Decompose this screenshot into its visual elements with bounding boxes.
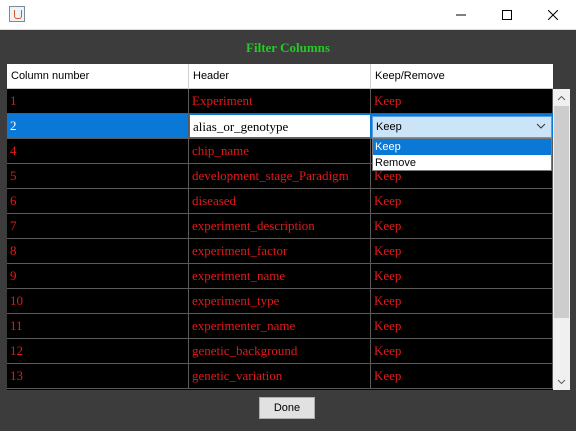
cell-column-number: 6 <box>7 189 189 213</box>
cell-header-name: Experiment <box>189 89 371 113</box>
cell-header-name: experimenter_name <box>189 314 371 338</box>
column-header-header[interactable]: Header <box>189 64 371 88</box>
table-row[interactable]: 7 experiment_description Keep <box>7 214 553 239</box>
option-keep[interactable]: Keep <box>373 139 551 155</box>
cell-column-number: 2 <box>7 114 189 138</box>
cell-column-number: 10 <box>7 289 189 313</box>
table-row[interactable]: 8 experiment_factor Keep <box>7 239 553 264</box>
scroll-thumb[interactable] <box>554 106 569 318</box>
table-row[interactable]: 10 experiment_type Keep <box>7 289 553 314</box>
close-button[interactable] <box>530 0 576 30</box>
table-row[interactable]: 6 diseased Keep <box>7 189 553 214</box>
cell-keep-remove[interactable]: Keep <box>371 89 553 113</box>
cell-header-name: alias_or_genotype <box>189 114 371 138</box>
cell-keep-remove[interactable]: Keep <box>371 214 553 238</box>
cell-column-number: 5 <box>7 164 189 188</box>
cell-keep-remove[interactable]: Keep <box>371 189 553 213</box>
column-header-number[interactable]: Column number <box>7 64 189 88</box>
chevron-down-icon <box>557 379 566 384</box>
vertical-scrollbar[interactable] <box>553 89 570 390</box>
cell-keep-remove[interactable]: Keep <box>371 314 553 338</box>
chevron-down-icon <box>536 123 546 129</box>
cell-header-name: genetic_background <box>189 339 371 363</box>
cell-column-number: 7 <box>7 214 189 238</box>
keep-remove-combobox[interactable]: Keep <box>372 116 552 138</box>
table-row[interactable]: 1 Experiment Keep <box>7 89 553 114</box>
cell-column-number: 11 <box>7 314 189 338</box>
columns-table: Column number Header Keep/Remove 1 Experi… <box>7 64 553 390</box>
java-app-icon <box>9 6 25 22</box>
cell-header-name: diseased <box>189 189 371 213</box>
cell-keep-remove[interactable]: Keep <box>371 264 553 288</box>
option-remove[interactable]: Remove <box>373 155 551 171</box>
cell-header-name: development_stage_Paradigm <box>189 164 371 188</box>
cell-header-name: genetic_variation <box>189 364 371 388</box>
cell-column-number: 13 <box>7 364 189 388</box>
table-row[interactable]: 13 genetic_variation Keep <box>7 364 553 389</box>
cell-header-name: experiment_description <box>189 214 371 238</box>
maximize-icon <box>502 10 512 20</box>
cell-header-name: chip_name <box>189 139 371 163</box>
chevron-up-icon <box>557 95 566 100</box>
done-button[interactable]: Done <box>259 397 315 419</box>
close-icon <box>548 10 558 20</box>
dialog-title: Filter Columns <box>246 40 330 55</box>
cell-header-name: experiment_name <box>189 264 371 288</box>
keep-remove-dropdown: Keep Remove <box>372 138 552 171</box>
minimize-button[interactable] <box>438 0 484 30</box>
column-header-keep-remove[interactable]: Keep/Remove <box>371 64 553 88</box>
cell-keep-remove[interactable]: Keep <box>371 239 553 263</box>
cell-column-number: 9 <box>7 264 189 288</box>
cell-column-number: 4 <box>7 139 189 163</box>
cell-header-name: experiment_type <box>189 289 371 313</box>
table-row[interactable]: 9 experiment_name Keep <box>7 264 553 289</box>
combobox-value: Keep <box>376 121 402 133</box>
scroll-up-button[interactable] <box>553 89 570 106</box>
cell-keep-remove[interactable]: Keep <box>371 364 553 388</box>
maximize-button[interactable] <box>484 0 530 30</box>
minimize-icon <box>456 14 466 16</box>
title-bar <box>0 0 576 30</box>
table-row[interactable]: 11 experimenter_name Keep <box>7 314 553 339</box>
cell-header-name: experiment_factor <box>189 239 371 263</box>
cell-column-number: 8 <box>7 239 189 263</box>
table-header: Column number Header Keep/Remove <box>7 64 553 89</box>
cell-column-number: 1 <box>7 89 189 113</box>
cell-column-number: 12 <box>7 339 189 363</box>
scroll-down-button[interactable] <box>553 373 570 390</box>
table-row[interactable]: 12 genetic_background Keep <box>7 339 553 364</box>
cell-keep-remove[interactable]: Keep <box>371 339 553 363</box>
cell-keep-remove[interactable]: Keep <box>371 289 553 313</box>
